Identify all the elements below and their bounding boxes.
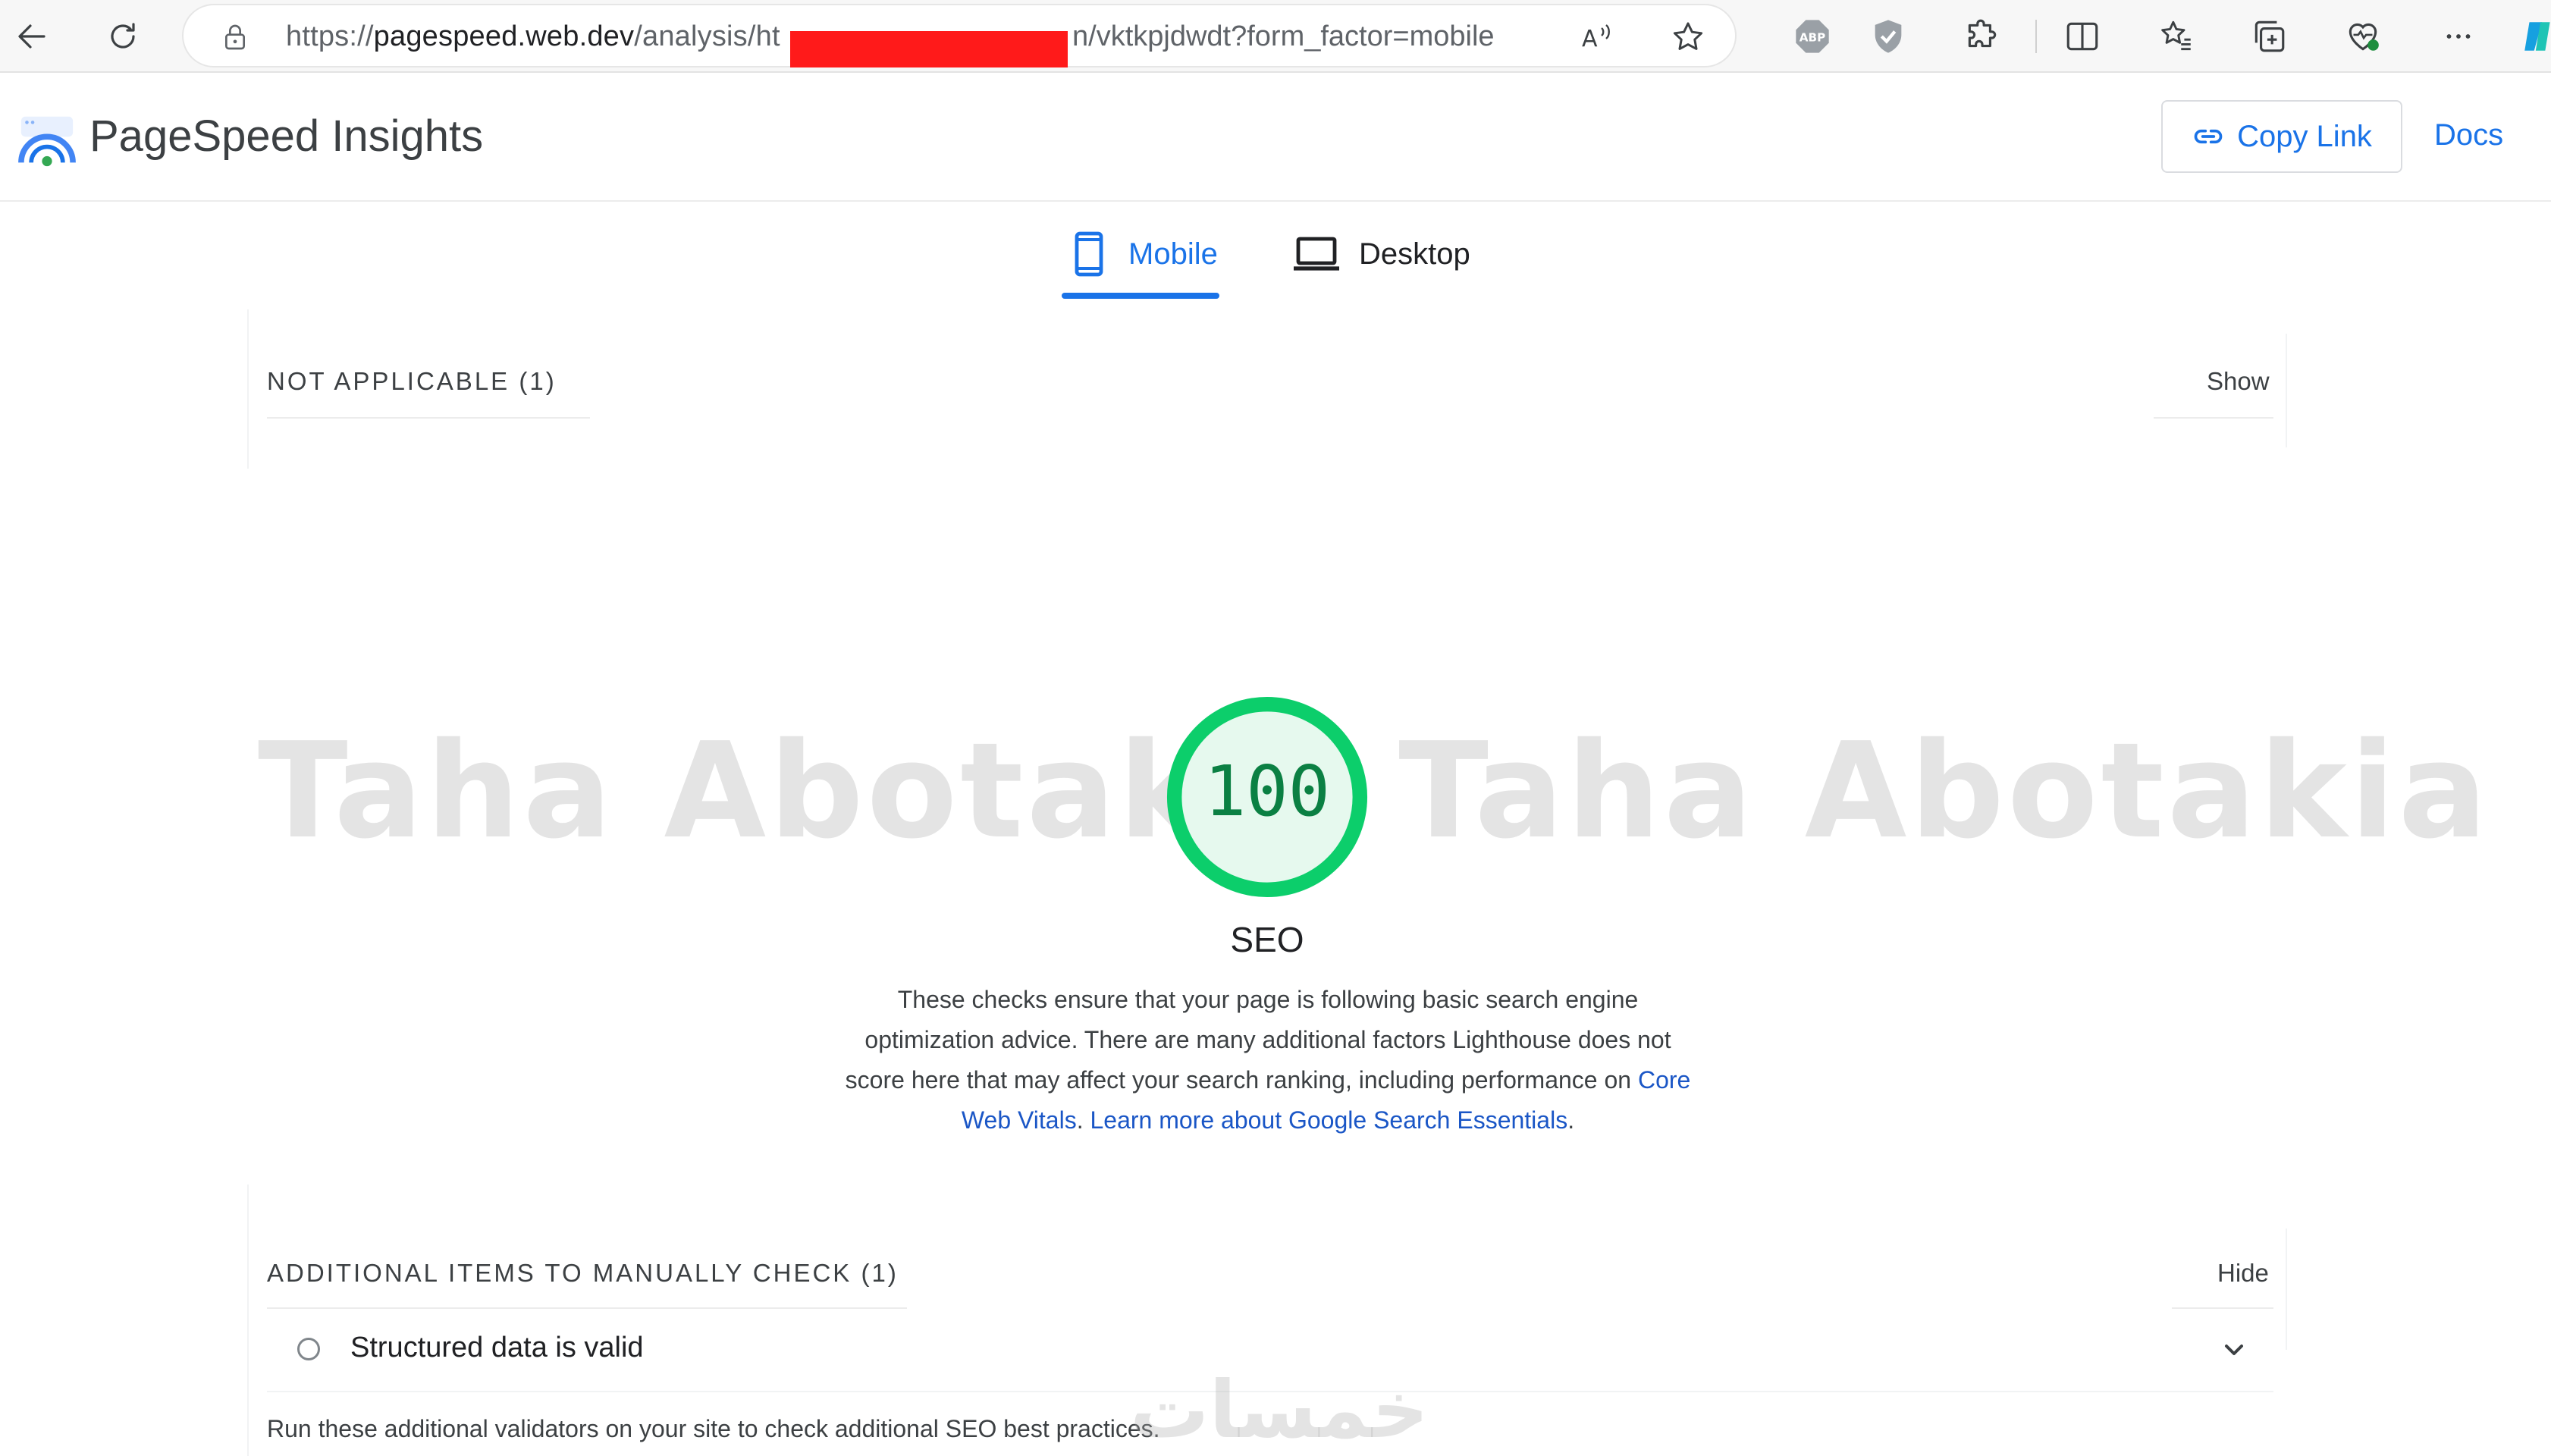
tab-mobile-label: Mobile <box>1128 237 1218 271</box>
split-screen-icon[interactable] <box>2063 17 2102 56</box>
audit-item-label: Structured data is valid <box>350 1332 644 1363</box>
chevron-down-icon[interactable] <box>2219 1335 2249 1365</box>
refresh-button[interactable] <box>100 14 146 59</box>
tab-mobile[interactable]: Mobile <box>1068 228 1218 281</box>
row-divider <box>267 1391 2273 1392</box>
manual-check-note: Run these additional validators on your … <box>267 1415 1160 1442</box>
section-divider <box>2154 417 2273 419</box>
refresh-icon <box>111 23 135 49</box>
extensions-puzzle-icon[interactable] <box>1963 17 2002 56</box>
pagespeed-logo-icon <box>18 116 76 167</box>
section-divider <box>2172 1307 2273 1309</box>
url-text: https://pagespeed.web.dev/analysis/ht <box>286 20 780 53</box>
browser-toolbar: https://pagespeed.web.dev/analysis/ht n/… <box>0 0 2551 73</box>
url-host: pagespeed.web.dev <box>373 20 635 52</box>
audit-item-structured-data[interactable]: Structured data is valid <box>267 1312 2269 1388</box>
show-toggle[interactable]: Show <box>2207 367 2270 396</box>
address-bar[interactable]: https://pagespeed.web.dev/analysis/ht n/… <box>182 4 1737 67</box>
url-redaction <box>790 31 1068 67</box>
url-path-end: n/vktkpjdwdt?form_factor=mobile <box>1068 20 1495 53</box>
tab-desktop-label: Desktop <box>1359 237 1470 271</box>
tab-desktop[interactable]: Desktop <box>1292 228 1470 281</box>
link-icon <box>2194 129 2223 144</box>
copy-link-label: Copy Link <box>2237 119 2372 153</box>
collections-icon[interactable] <box>2249 17 2289 56</box>
app-header: PageSpeed Insights Copy Link Docs <box>0 74 2551 202</box>
laptop-icon <box>1294 237 1339 271</box>
app-title: PageSpeed Insights <box>89 111 484 161</box>
panel-border-left <box>247 309 249 469</box>
manual-check-title: ADDITIONAL ITEMS TO MANUALLY CHECK (1) <box>267 1259 899 1287</box>
favorite-star-icon[interactable] <box>1670 19 1706 55</box>
panel-border-right <box>2286 334 2287 447</box>
mobile-phone-icon <box>1075 231 1103 277</box>
score-value: 100 <box>1203 751 1331 832</box>
score-description: These checks ensure that your page is fo… <box>845 986 1691 1134</box>
adblock-plus-icon[interactable]: ABP <box>1793 17 1832 56</box>
score-description-text: These checks ensure that your page is fo… <box>845 986 1671 1094</box>
learn-more-link[interactable]: Learn more about Google Search Essential… <box>1090 1106 1567 1134</box>
url-prefix: https:// <box>286 20 374 52</box>
copilot-icon[interactable] <box>2519 17 2551 56</box>
toolbar-separator <box>2035 20 2037 53</box>
more-menu-icon[interactable] <box>2439 17 2478 56</box>
panel-border-right <box>2286 1228 2287 1350</box>
back-button[interactable] <box>9 14 55 59</box>
shield-extension-icon[interactable] <box>1869 17 1908 56</box>
back-arrow-icon <box>18 24 45 49</box>
health-heart-icon[interactable] <box>2343 17 2383 56</box>
panel-border-left <box>247 1185 249 1456</box>
section-divider <box>267 1307 907 1309</box>
read-aloud-icon[interactable]: A <box>1579 19 1615 55</box>
favorites-icon[interactable] <box>2157 17 2196 56</box>
adblock-label: ABP <box>1800 31 1825 45</box>
section-divider <box>267 417 590 419</box>
watermark-text: Taha Abotakia Taha Abotakia <box>258 714 2490 868</box>
hide-toggle[interactable]: Hide <box>2217 1259 2269 1288</box>
audit-status-circle-icon <box>297 1338 320 1360</box>
svg-text:A: A <box>1582 26 1598 52</box>
url-path-start: /analysis/ht <box>634 20 780 52</box>
tab-selected-indicator <box>1062 293 1219 299</box>
copy-link-button[interactable]: Copy Link <box>2161 100 2402 173</box>
not-applicable-title: NOT APPLICABLE (1) <box>267 367 557 395</box>
docs-link[interactable]: Docs <box>2434 118 2503 152</box>
score-category: SEO <box>1230 920 1304 959</box>
lock-icon <box>225 24 245 50</box>
